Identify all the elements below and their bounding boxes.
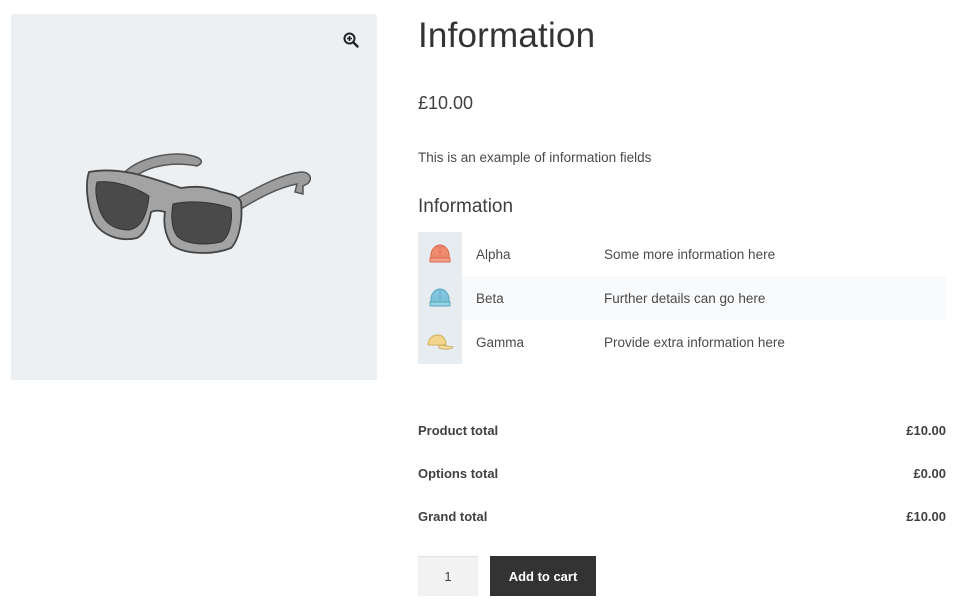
price-totals: Product total £10.00 Options total £0.00…: [418, 409, 946, 538]
product-title: Information: [418, 16, 596, 55]
total-label: Options total: [418, 466, 499, 481]
information-heading: Information: [418, 196, 514, 217]
total-value: £10.00: [906, 423, 946, 438]
info-detail: Further details can go here: [604, 290, 766, 306]
options-total-row: Options total £0.00: [418, 452, 946, 495]
quantity-input[interactable]: [418, 556, 478, 596]
product-price: £10.00: [418, 93, 474, 113]
info-thumbnail: [418, 232, 462, 276]
product-gallery[interactable]: [11, 14, 377, 380]
info-detail: Provide extra information here: [604, 334, 785, 350]
info-row: Alpha Some more information here: [418, 232, 946, 276]
product-total-row: Product total £10.00: [418, 409, 946, 452]
grand-total-row: Grand total £10.00: [418, 495, 946, 538]
total-value: £0.00: [913, 466, 946, 481]
info-thumbnail: [418, 276, 462, 320]
product-description: This is an example of information fields: [418, 150, 652, 165]
zoom-in-icon[interactable]: [341, 30, 361, 50]
blue-cap-icon: [429, 288, 451, 307]
total-label: Grand total: [418, 509, 488, 524]
info-name: Alpha: [476, 246, 511, 262]
info-row: Gamma Provide extra information here: [418, 320, 946, 364]
add-to-cart-form: Add to cart: [418, 556, 596, 596]
information-table: Alpha Some more information here Beta Fu…: [418, 232, 946, 364]
info-row: Beta Further details can go here: [418, 276, 946, 320]
total-value: £10.00: [906, 509, 946, 524]
info-name: Beta: [476, 290, 504, 306]
add-to-cart-button[interactable]: Add to cart: [490, 556, 596, 596]
total-label: Product total: [418, 423, 499, 438]
info-detail: Some more information here: [604, 246, 776, 262]
red-cap-icon: [429, 244, 451, 263]
info-name: Gamma: [476, 334, 525, 350]
yellow-cap-icon: [427, 334, 454, 350]
product-summary: Information £10.00 This is an example of…: [418, 0, 946, 608]
sunglasses-product-image: [86, 153, 311, 254]
info-thumbnail: [418, 320, 462, 364]
